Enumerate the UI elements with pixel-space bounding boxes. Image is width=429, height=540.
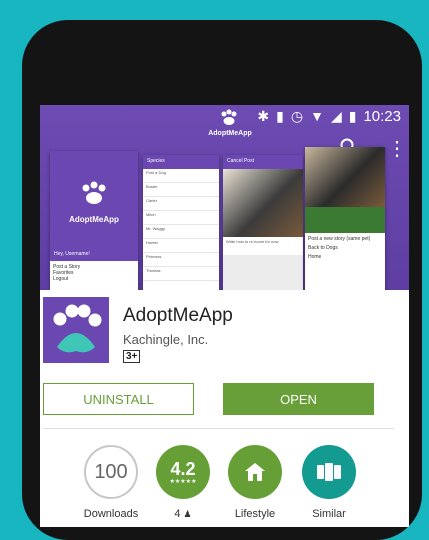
shot1-menu-item: Logout [53, 276, 69, 282]
category-badge[interactable] [228, 445, 282, 499]
developer-name[interactable]: Kachingle, Inc. [123, 332, 208, 347]
list-item: Buster [143, 183, 219, 197]
home-icon [245, 463, 265, 481]
bluetooth-icon: ✱ [257, 107, 270, 124]
person-icon: ♟ [183, 509, 192, 519]
shot1-greeting: Hey, Username! [54, 251, 90, 257]
cards-icon [317, 463, 341, 481]
shot4-menu-item: Home [308, 254, 322, 260]
shot3-bar: Cancel Post [223, 155, 303, 169]
screenshot-3[interactable]: Cancel Post Write how to re-home for now [223, 155, 303, 290]
dog-photo [223, 169, 303, 237]
downloads-badge[interactable]: 100 [84, 445, 138, 499]
open-button[interactable]: OPEN [223, 383, 374, 415]
content-rating-badge: 3+ [123, 350, 141, 363]
similar-badge[interactable] [302, 445, 356, 499]
shot4-menu: Post a new story (same pet) Back to Dogs… [305, 233, 385, 264]
list-item: Carter [143, 197, 219, 211]
status-bar: ✱ ▮ ◷ ▼ ◢ ▮ 10:23 [40, 105, 409, 127]
battery-icon: ▮ [348, 107, 357, 124]
paw-icon [82, 181, 106, 204]
screenshot-1[interactable]: AdoptMeApp Hey, Username! Post a Story F… [50, 151, 138, 290]
alarm-icon: ◷ [290, 107, 304, 124]
vibrate-icon: ▮ [276, 107, 284, 124]
list-item: Mitch [143, 211, 219, 225]
signal-icon: ◢ [330, 107, 342, 124]
divider [43, 428, 394, 429]
shot1-title: AdoptMeApp [69, 215, 119, 224]
screenshot-4[interactable]: Post a new story (same pet) Back to Dogs… [305, 147, 385, 290]
more-vert-icon[interactable]: ⋮ [387, 139, 407, 159]
app-screen: AdoptMeApp ← ⋮ AdoptMeApp Hey, Username!… [40, 105, 409, 527]
similar-label: Similar [312, 508, 346, 520]
shot4-menu-item: Post a new story (same pet) [308, 236, 371, 242]
rating-badge[interactable]: 4.2 ★★★★★ [156, 445, 210, 499]
hero-banner[interactable]: AdoptMeApp ← ⋮ AdoptMeApp Hey, Username!… [40, 105, 409, 290]
screenshot-2[interactable]: Species Post a Dog Buster Carter Mitch M… [143, 155, 219, 290]
shot1-menu: Post a Story Favorites Logout [50, 261, 138, 290]
shot3-caption: Write how to re-home for now [226, 239, 279, 244]
wifi-icon: ▼ [310, 108, 324, 124]
hero-logo-text: AdoptMeApp [208, 130, 252, 137]
shot2-bar: Species [143, 155, 219, 169]
status-time: 10:23 [363, 107, 401, 125]
shot4-menu-item: Back to Dogs [308, 245, 338, 251]
list-item: Mr. Waggy [143, 225, 219, 239]
keyboard [223, 255, 303, 290]
shot4-story-panel [305, 207, 385, 233]
list-item: Thomas [143, 267, 219, 281]
app-name: AdoptMeApp [123, 305, 233, 326]
rating-value: 4.2 [170, 458, 196, 479]
dog-photo [305, 147, 385, 207]
category-label: Lifestyle [234, 508, 276, 520]
list-item: Princess [143, 253, 219, 267]
app-icon [43, 297, 109, 363]
uninstall-button[interactable]: UNINSTALL [43, 383, 194, 415]
list-item: Post a Dog [143, 169, 219, 183]
list-item: Hunter [143, 239, 219, 253]
rating-count: 4 [174, 508, 181, 520]
stars-icon: ★★★★★ [169, 478, 197, 485]
